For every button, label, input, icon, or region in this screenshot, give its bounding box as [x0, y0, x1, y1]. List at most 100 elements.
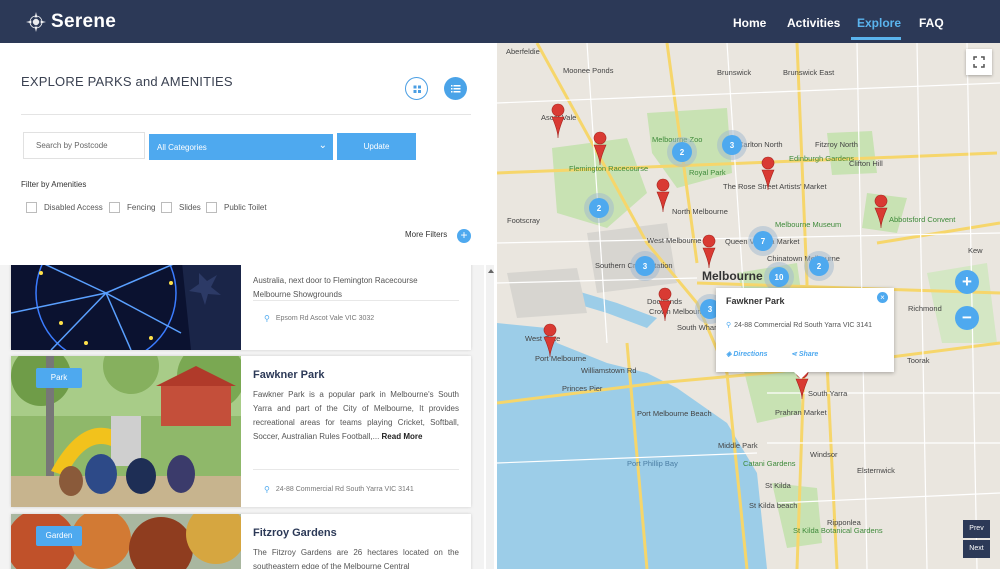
card-title[interactable]: Fawkner Park: [253, 369, 459, 381]
brand-logo[interactable]: Serene: [26, 11, 116, 33]
map-label: Edinburgh Gardens: [789, 154, 854, 163]
card-image: [11, 265, 241, 350]
filter-label: Filter by Amenities: [21, 180, 87, 189]
map-pin-icon[interactable]: [658, 287, 672, 322]
amenity-disabled-access[interactable]: Disabled Access: [26, 202, 103, 213]
map-label: South Wharf: [677, 323, 720, 332]
popup-title: Fawkner Park: [726, 296, 785, 306]
list-view-button[interactable]: [444, 77, 467, 100]
more-filters-plus-button[interactable]: +: [457, 229, 471, 243]
map-label: Kew: [968, 246, 983, 255]
card-description: The Fitzroy Gardens are 26 hectares loca…: [253, 548, 459, 569]
results-list: Australia, next door to Flemington Racec…: [0, 265, 484, 569]
zoom-in-button[interactable]: +: [955, 270, 979, 294]
card-address-text: 24-88 Commercial Rd South Yarra VIC 3141: [275, 486, 414, 493]
location-pin-icon: ⚲: [726, 322, 732, 329]
map-label: Catani Gardens: [743, 459, 796, 468]
card-description: Australia, next door to Flemington Racec…: [253, 276, 418, 285]
map-label: Aberfeldie: [506, 47, 540, 56]
result-card[interactable]: Australia, next door to Flemington Racec…: [11, 265, 471, 350]
result-card-fawkner-park[interactable]: Park Fawkner Park Fawkner Park is a popu…: [11, 356, 471, 507]
top-navbar: Serene Home Activities Explore FAQ: [0, 0, 1000, 43]
amenity-label: Disabled Access: [44, 203, 103, 212]
results-scrollbar[interactable]: [486, 265, 494, 569]
checkbox[interactable]: [206, 202, 217, 213]
postcode-search-input[interactable]: [23, 132, 145, 159]
map-label: Moonee Ponds: [563, 66, 614, 75]
amenity-public-toilet[interactable]: Public Toilet: [206, 202, 267, 213]
update-button[interactable]: Update: [337, 133, 416, 160]
svg-text:2: 2: [597, 204, 602, 213]
directions-icon: ◈: [726, 351, 732, 358]
checkbox[interactable]: [109, 202, 120, 213]
amenity-slides[interactable]: Slides: [161, 202, 201, 213]
map-label: North Melbourne: [672, 207, 728, 216]
map-pin-icon[interactable]: [656, 178, 670, 213]
directions-label: Directions: [733, 351, 768, 358]
more-filters-link[interactable]: More Filters: [405, 230, 447, 239]
card-address-text: Epsom Rd Ascot Vale VIC 3032: [275, 315, 375, 322]
compass-icon: [26, 12, 46, 32]
category-tag: Park: [36, 368, 82, 388]
grid-view-button[interactable]: [405, 77, 428, 100]
map-label: Port Melbourne Beach: [637, 409, 712, 418]
category-tag: Garden: [36, 526, 82, 546]
map-label: Port Melbourne: [535, 354, 586, 363]
next-button[interactable]: Next: [963, 540, 990, 558]
svg-text:7: 7: [761, 237, 766, 246]
share-icon: ⋖: [791, 351, 797, 358]
popup-directions-link[interactable]: ◈ Directions: [726, 350, 768, 358]
nav-faq[interactable]: FAQ: [919, 16, 944, 30]
map-label: Port Phillip Bay: [627, 459, 678, 468]
grid-icon: [413, 85, 421, 93]
result-card-fitzroy-gardens[interactable]: Garden Fitzroy Gardens The Fitzroy Garde…: [11, 514, 471, 569]
card-title[interactable]: Fitzroy Gardens: [253, 527, 459, 539]
map-label: St Kilda: [765, 481, 792, 490]
fullscreen-icon: [973, 56, 985, 68]
cluster-marker[interactable]: 3: [630, 251, 660, 281]
zoom-out-button[interactable]: −: [955, 306, 979, 330]
location-pin-icon: ⚲: [264, 314, 270, 323]
cluster-marker[interactable]: 2: [667, 137, 697, 167]
checkbox[interactable]: [26, 202, 37, 213]
nav-home[interactable]: Home: [733, 16, 766, 30]
cluster-marker[interactable]: 7: [748, 226, 778, 256]
cluster-marker[interactable]: 2: [584, 193, 614, 223]
nav-active-indicator: [851, 37, 901, 40]
popup-close-button[interactable]: ×: [877, 292, 888, 303]
map-label: Flemington Racecourse: [569, 164, 648, 173]
category-select[interactable]: All Categories ⌄: [149, 134, 333, 160]
checkbox[interactable]: [161, 202, 172, 213]
map[interactable]: Aberfeldie Moonee Ponds Brunswick Brunsw…: [497, 43, 1000, 569]
cluster-marker[interactable]: 2: [804, 251, 834, 281]
list-icon: [451, 85, 461, 93]
map-label: Abbotsford Convent: [889, 215, 956, 224]
location-pin-icon: ⚲: [264, 485, 270, 494]
map-pin-icon[interactable]: [551, 103, 565, 139]
map-label: Clifton Hill: [849, 159, 883, 168]
map-label: Richmond: [908, 304, 942, 313]
fullscreen-button[interactable]: [966, 49, 992, 75]
amenity-label: Public Toilet: [224, 203, 267, 212]
svg-text:3: 3: [708, 305, 713, 314]
nav-activities[interactable]: Activities: [787, 16, 840, 30]
title-divider: [21, 114, 471, 115]
map-pin-icon[interactable]: [702, 234, 716, 269]
map-info-popup: Fawkner Park × ⚲ 24-88 Commercial Rd Sout…: [716, 288, 894, 379]
category-select-value: All Categories: [157, 143, 207, 152]
map-label: St Kilda beach: [749, 501, 797, 510]
popup-tail: [794, 372, 808, 379]
card-image: Park: [11, 356, 241, 507]
read-more-link[interactable]: Read More: [382, 432, 423, 441]
popup-share-link[interactable]: ⋖ Share: [791, 350, 818, 358]
map-label: Ripponlea: [827, 518, 862, 527]
cluster-marker[interactable]: 3: [717, 130, 747, 160]
map-label: Windsor: [810, 450, 838, 459]
svg-text:3: 3: [643, 262, 648, 271]
prev-button[interactable]: Prev: [963, 520, 990, 538]
scroll-up-arrow-icon[interactable]: [488, 269, 494, 273]
amenity-fencing[interactable]: Fencing: [109, 202, 155, 213]
nav-explore[interactable]: Explore: [857, 16, 901, 30]
card-address: ⚲ Epsom Rd Ascot Vale VIC 3032: [264, 314, 374, 323]
map-label: The Rose Street Artists' Market: [723, 182, 827, 191]
